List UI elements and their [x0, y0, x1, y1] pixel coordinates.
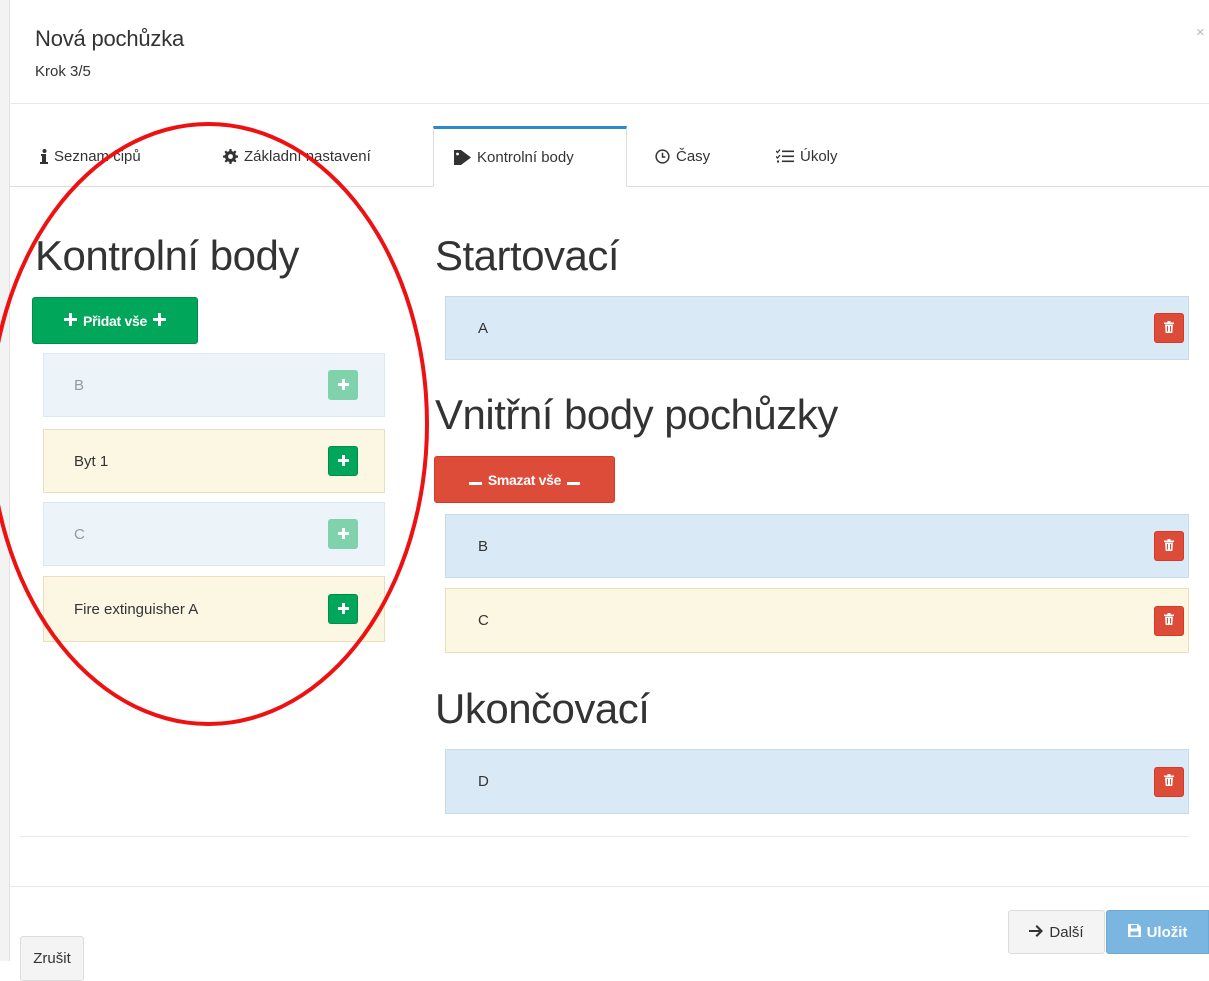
footer-divider	[9, 886, 1209, 887]
close-icon[interactable]: ×	[1196, 24, 1205, 41]
start-heading: Startovací	[435, 232, 620, 279]
add-all-label: Přidat vše	[83, 312, 147, 329]
item-label: Fire extinguisher A	[74, 600, 199, 618]
info-icon	[40, 148, 48, 164]
item-label: B	[74, 376, 85, 394]
modal-title: Nová pochůzka	[35, 26, 185, 51]
list-item: B	[43, 353, 385, 417]
tag-icon	[454, 150, 471, 165]
trash-icon	[1164, 538, 1174, 555]
list-icon	[776, 149, 794, 163]
plus-icon	[152, 312, 166, 329]
add-item-button[interactable]	[328, 519, 358, 549]
add-item-button[interactable]	[328, 370, 358, 400]
tab-label: Základní nastavení	[244, 147, 371, 165]
item-label: D	[478, 773, 489, 790]
add-item-button[interactable]	[328, 446, 358, 476]
plus-icon	[337, 526, 349, 543]
tab-zakladni-nastaveni[interactable]: Základní nastavení	[217, 126, 377, 186]
trash-icon	[1164, 773, 1174, 790]
add-item-button[interactable]	[328, 594, 358, 624]
tab-label: Úkoly	[800, 147, 838, 165]
item-label: B	[478, 537, 489, 555]
minus-icon	[567, 472, 581, 488]
route-item: C	[445, 588, 1189, 653]
route-item: A	[445, 296, 1189, 360]
cancel-button[interactable]: Zrušit	[20, 936, 84, 981]
delete-item-button[interactable]	[1154, 313, 1184, 343]
tab-label: Časy	[676, 147, 711, 165]
content-divider	[20, 836, 1189, 837]
save-label: Uložit	[1146, 923, 1188, 941]
minus-icon	[468, 472, 482, 488]
list-item: Fire extinguisher A	[43, 576, 385, 642]
floppy-icon	[1127, 923, 1141, 941]
item-label: C	[74, 525, 85, 543]
delete-all-button[interactable]: Smazat vše	[434, 456, 615, 503]
list-item: Byt 1	[43, 429, 385, 493]
plus-icon	[64, 312, 78, 329]
tab-ukoly[interactable]: Úkoly	[770, 126, 844, 186]
cancel-label: Zrušit	[33, 950, 71, 967]
delete-all-label: Smazat vše	[487, 471, 562, 488]
available-heading: Kontrolní body	[35, 232, 299, 279]
item-label: C	[478, 612, 489, 629]
next-label: Další	[1049, 923, 1084, 941]
end-heading: Ukončovací	[435, 685, 650, 732]
tab-label: Kontrolní body	[477, 149, 574, 166]
list-item: C	[43, 502, 385, 566]
delete-item-button[interactable]	[1154, 531, 1184, 561]
route-item: D	[445, 749, 1189, 814]
header-divider	[9, 103, 1209, 104]
next-button[interactable]: Další	[1008, 910, 1105, 954]
add-all-button[interactable]: Přidat vše	[32, 297, 198, 344]
gear-icon	[223, 148, 238, 164]
step-indicator: Krok 3/5	[35, 63, 91, 80]
item-label: Byt 1	[74, 452, 109, 470]
save-button[interactable]: Uložit	[1106, 910, 1209, 954]
trash-icon	[1164, 320, 1174, 337]
plus-icon	[337, 453, 349, 470]
delete-item-button[interactable]	[1154, 766, 1184, 797]
delete-item-button[interactable]	[1154, 605, 1184, 636]
tab-casy[interactable]: Časy	[649, 126, 716, 186]
plus-icon	[337, 601, 349, 618]
item-label: A	[478, 319, 489, 337]
tab-kontrolni-body[interactable]: Kontrolní body	[433, 126, 627, 187]
inner-heading: Vnitřní body pochůzky	[435, 391, 838, 438]
trash-icon	[1164, 612, 1174, 629]
tab-bar: Seznam čipů Základní nastavení Kontrolní…	[9, 126, 1209, 187]
route-item: B	[445, 514, 1189, 578]
clock-icon	[655, 148, 670, 164]
tab-label: Seznam čipů	[54, 147, 141, 165]
tab-seznam-cipu[interactable]: Seznam čipů	[34, 126, 147, 186]
arrow-right-icon	[1029, 924, 1044, 941]
plus-icon	[337, 377, 349, 394]
